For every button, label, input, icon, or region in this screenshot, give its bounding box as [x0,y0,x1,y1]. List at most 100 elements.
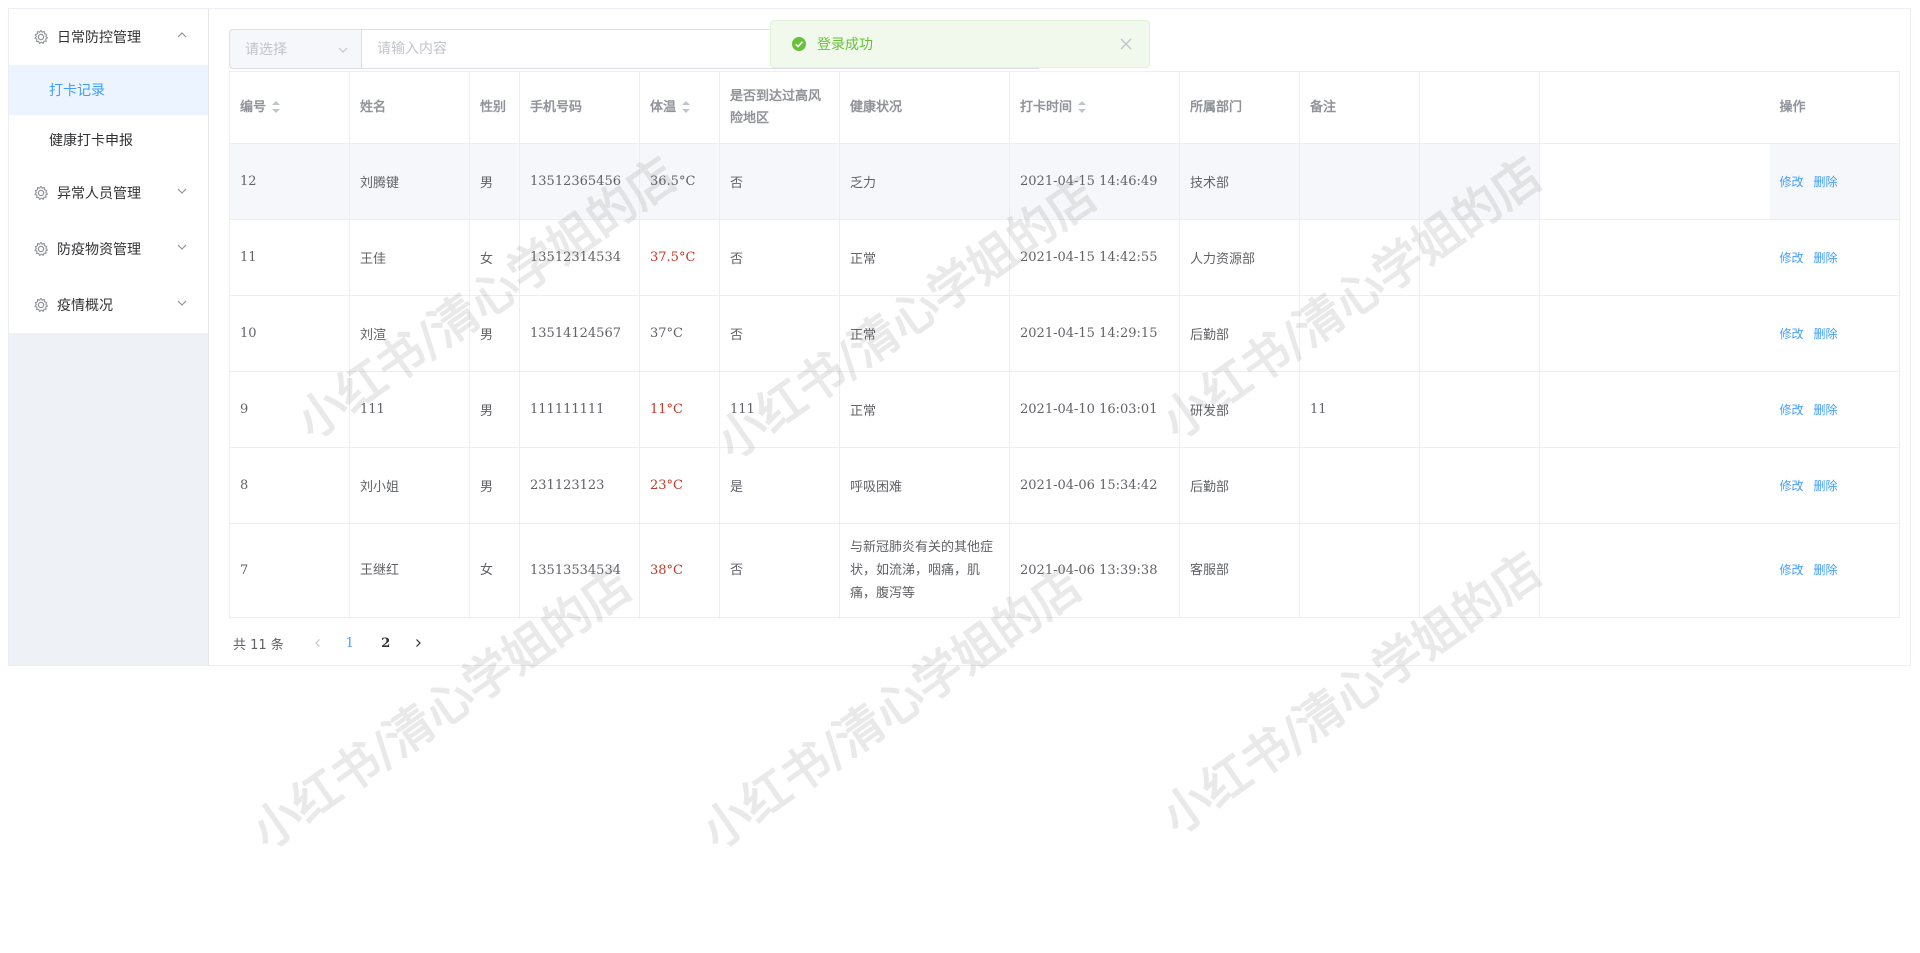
cell-time: 2021-04-10 16:03:01 [1009,371,1180,448]
sidebar-group-supplies[interactable]: 防疫物资管理 [9,221,208,277]
success-message-text: 登录成功 [817,37,873,53]
sidebar-item-health-report[interactable]: 健康打卡申报 [9,115,208,165]
cell-temp: 38°C [639,523,720,618]
sort-icon[interactable] [1078,101,1087,113]
gear-icon [33,297,49,313]
cell-id: 7 [229,523,350,618]
table-row[interactable]: 12 刘腾键 男 13512365456 36.5°C 否 乏力 2021-04… [229,143,1900,220]
delete-button[interactable]: 删除 [1814,479,1838,493]
table-row[interactable]: 7 王继红 女 13513534534 38°C 否 与新冠肺炎有关的其他症状，… [229,523,1900,618]
cell-id: 9 [229,371,350,448]
cell-name: 刘腾键 [349,143,470,220]
cell-id: 8 [229,447,350,524]
cell-dept: 人力资源部 [1179,219,1300,296]
records-table-wrap: 编号 姓名 性别 手机号码 体温 是否到达过高风险地区 健康状况 打卡时间 所属… [229,71,1900,618]
cell-ops: 修改 删除 [1769,523,1900,618]
cell-risk: 111 [719,371,840,448]
delete-button[interactable]: 删除 [1814,563,1838,577]
cell-empty [1539,219,1770,296]
cell-risk: 否 [719,143,840,220]
col-header-note: 备注 [1299,71,1420,144]
col-header-name: 姓名 [349,71,470,144]
next-page-button[interactable] [404,629,432,657]
sidebar-group-label: 疫情概况 [57,298,113,314]
delete-button[interactable]: 删除 [1814,403,1838,417]
col-header-empty-1 [1419,71,1540,144]
header-label: 体温 [650,99,677,115]
cell-health: 正常 [839,371,1010,448]
cell-ops: 修改 删除 [1769,295,1900,372]
col-header-temp[interactable]: 体温 [639,71,720,144]
sidebar-item-checkin-records[interactable]: 打卡记录 [9,65,208,115]
sidebar-group-overview[interactable]: 疫情概况 [9,277,208,333]
sidebar-group-label: 日常防控管理 [57,30,141,46]
delete-button[interactable]: 删除 [1814,327,1838,341]
page-number-1[interactable]: 1 [332,629,368,657]
pagination-total: 共 11 条 [233,637,284,653]
cell-phone: 111111111 [519,371,640,448]
sidebar-group-label: 防疫物资管理 [57,242,141,258]
gear-icon [33,185,49,201]
cell-empty [1539,143,1770,220]
sidebar-menu: 日常防控管理 打卡记录 健康打卡申报 异常人员管理 防疫物资管理 疫情概况 [9,9,208,333]
cell-health: 乏力 [839,143,1010,220]
sidebar-item-label: 打卡记录 [49,83,105,99]
cell-dept: 技术部 [1179,143,1300,220]
records-table: 编号 姓名 性别 手机号码 体温 是否到达过高风险地区 健康状况 打卡时间 所属… [229,71,1900,618]
cell-name: 刘小姐 [349,447,470,524]
sort-icon[interactable] [682,101,691,113]
sort-icon[interactable] [272,101,281,113]
app-container: 日常防控管理 打卡记录 健康打卡申报 异常人员管理 防疫物资管理 疫情概况 请选… [8,8,1911,666]
cell-health: 正常 [839,295,1010,372]
col-header-empty-2 [1539,71,1770,144]
cell-name: 王继红 [349,523,470,618]
cell-empty [1419,143,1540,220]
header-label: 所属部门 [1190,99,1243,115]
prev-page-button[interactable] [304,629,332,657]
table-row[interactable]: 11 王佳 女 13512314534 37.5°C 否 正常 2021-04-… [229,219,1900,296]
header-label: 备注 [1310,99,1337,115]
col-header-id[interactable]: 编号 [229,71,350,144]
sidebar-group-daily-control[interactable]: 日常防控管理 [9,9,208,65]
edit-button[interactable]: 修改 [1780,479,1804,493]
page-number-2[interactable]: 2 [368,629,404,657]
edit-button[interactable]: 修改 [1780,563,1804,577]
delete-button[interactable]: 删除 [1814,175,1838,189]
success-check-icon [791,36,807,52]
cell-time: 2021-04-15 14:42:55 [1009,219,1180,296]
edit-button[interactable]: 修改 [1780,175,1804,189]
cell-time: 2021-04-15 14:29:15 [1009,295,1180,372]
cell-temp: 23°C [639,447,720,524]
cell-dept: 研发部 [1179,371,1300,448]
cell-phone: 13512314534 [519,219,640,296]
cell-time: 2021-04-06 13:39:38 [1009,523,1180,618]
cell-empty [1419,371,1540,448]
chevron-down-icon [176,297,188,309]
col-header-time[interactable]: 打卡时间 [1009,71,1180,144]
cell-phone: 13512365456 [519,143,640,220]
cell-ops: 修改 删除 [1769,371,1900,448]
cell-risk: 否 [719,219,840,296]
sidebar-group-abnormal-personnel[interactable]: 异常人员管理 [9,165,208,221]
edit-button[interactable]: 修改 [1780,251,1804,265]
col-header-gender: 性别 [469,71,520,144]
field-select[interactable]: 请选择 [229,29,361,69]
table-row[interactable]: 9 111 男 111111111 11°C 111 正常 2021-04-10… [229,371,1900,448]
cell-health: 呼吸困难 [839,447,1010,524]
table-row[interactable]: 10 刘渲 男 13514124567 37°C 否 正常 2021-04-15… [229,295,1900,372]
cell-name: 111 [349,371,470,448]
cell-gender: 女 [469,523,520,618]
close-icon[interactable] [1119,37,1133,51]
delete-button[interactable]: 删除 [1814,251,1838,265]
edit-button[interactable]: 修改 [1780,327,1804,341]
chevron-right-icon [415,639,421,647]
cell-phone: 13513534534 [519,523,640,618]
cell-dept: 后勤部 [1179,295,1300,372]
edit-button[interactable]: 修改 [1780,403,1804,417]
table-header-row: 编号 姓名 性别 手机号码 体温 是否到达过高风险地区 健康状况 打卡时间 所属… [229,71,1900,144]
gear-icon [33,241,49,257]
chevron-down-icon [176,241,188,253]
pagination: 共 11 条 1 2 [233,629,432,657]
chevron-down-icon [337,44,349,56]
table-row[interactable]: 8 刘小姐 男 231123123 23°C 是 呼吸困难 2021-04-06… [229,447,1900,524]
